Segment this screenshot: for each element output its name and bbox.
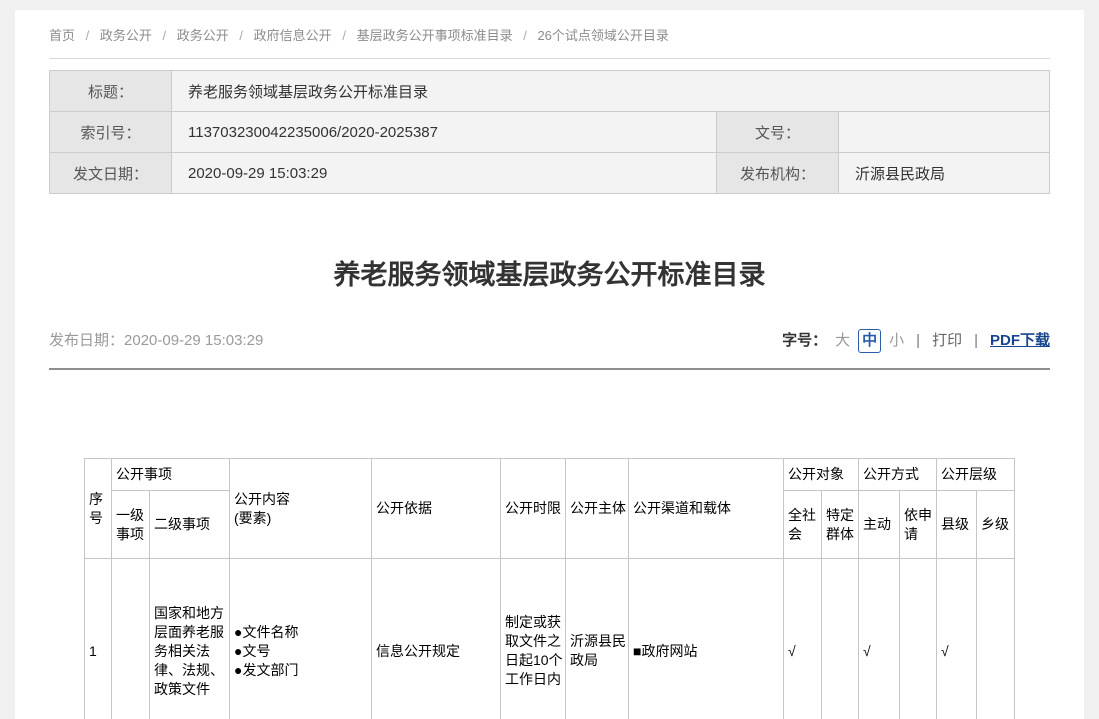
breadcrumb: 首页 / 政务公开 / 政务公开 / 政府信息公开 / 基层政务公开事项标准目录… — [49, 10, 1050, 59]
col-header-level: 公开层级 — [937, 459, 1015, 491]
content-bullet-item: ●发文部门 — [234, 661, 369, 680]
col-header-matters: 公开事项 — [112, 459, 230, 491]
meta-agency-label: 发布机构： — [717, 153, 839, 194]
breadcrumb-separator: / — [523, 28, 527, 43]
print-button[interactable]: 打印 — [932, 330, 962, 352]
col-header-level2: 二级事项 — [150, 491, 230, 559]
section-divider — [49, 368, 1050, 370]
meta-agency-value: 沂源县民政局 — [839, 153, 1050, 194]
separator-pipe: | — [916, 330, 920, 352]
publish-date-label: 发布日期： — [49, 332, 124, 349]
col-header-seq: 序号 — [85, 459, 112, 559]
cell-seq: 1 — [85, 559, 112, 719]
cell-county-check: √ — [937, 559, 977, 719]
cell-level2: 国家和地方层面养老服务相关法律、法规、政策文件 — [150, 559, 230, 719]
col-header-method: 公开方式 — [859, 459, 937, 491]
col-header-content-line1: 公开内容 — [234, 490, 369, 509]
meta-row-index: 索引号： 113703230042235006/2020-2025387 文号： — [50, 112, 1050, 153]
cell-proactive-check: √ — [859, 559, 900, 719]
col-header-township: 乡级 — [977, 491, 1015, 559]
col-header-content: 公开内容 (要素) — [230, 459, 372, 559]
meta-docnum-label: 文号： — [717, 112, 839, 153]
cell-township-check — [977, 559, 1015, 719]
catalog-header-row-1: 序号 公开事项 公开内容 (要素) 公开依据 公开时限 公开主体 公开渠道和载体… — [85, 459, 1015, 491]
meta-title-value: 养老服务领域基层政务公开标准目录 — [172, 71, 1050, 112]
article-meta-bar: 发布日期：2020-09-29 15:03:29 字号： 大 中 小 | 打印 … — [49, 329, 1050, 353]
font-size-label: 字号： — [782, 330, 827, 352]
meta-index-label: 索引号： — [50, 112, 172, 153]
col-header-specific-group: 特定群体 — [822, 491, 859, 559]
font-size-large-button[interactable]: 大 — [835, 330, 850, 352]
col-header-time-limit: 公开时限 — [501, 459, 566, 559]
meta-row-date: 发文日期： 2020-09-29 15:03:29 发布机构： 沂源县民政局 — [50, 153, 1050, 194]
content-bullet-item: ●文件名称 — [234, 623, 369, 642]
col-header-county: 县级 — [937, 491, 977, 559]
breadcrumb-item-home[interactable]: 首页 — [49, 28, 75, 43]
table-row: 1 国家和地方层面养老服务相关法律、法规、政策文件 ●文件名称 ●文号 ●发文部… — [85, 559, 1015, 719]
article-controls: 字号： 大 中 小 | 打印 | PDF下载 — [782, 329, 1050, 353]
col-header-level1: 一级事项 — [112, 491, 150, 559]
content-panel: 首页 / 政务公开 / 政务公开 / 政府信息公开 / 基层政务公开事项标准目录… — [15, 10, 1084, 719]
col-header-all-society: 全社会 — [784, 491, 822, 559]
cell-on-request-check — [900, 559, 937, 719]
col-header-on-request: 依申请 — [900, 491, 937, 559]
separator-pipe: | — [974, 330, 978, 352]
cell-basis: 信息公开规定 — [372, 559, 501, 719]
meta-title-label: 标题： — [50, 71, 172, 112]
breadcrumb-separator: / — [163, 28, 167, 43]
col-header-content-line2: (要素) — [234, 509, 369, 528]
cell-content: ●文件名称 ●文号 ●发文部门 — [230, 559, 372, 719]
pdf-download-link[interactable]: PDF下载 — [990, 330, 1050, 352]
meta-index-value: 113703230042235006/2020-2025387 — [172, 112, 717, 153]
cell-level1 — [112, 559, 150, 719]
breadcrumb-separator: / — [342, 28, 346, 43]
col-header-audience: 公开对象 — [784, 459, 859, 491]
font-size-medium-button[interactable]: 中 — [858, 329, 881, 353]
cell-time-limit: 制定或获取文件之日起10个工作日内 — [501, 559, 566, 719]
cell-channel: ■政府网站 — [629, 559, 784, 719]
breadcrumb-item-zhengwu-2[interactable]: 政务公开 — [177, 28, 229, 43]
document-meta-table: 标题： 养老服务领域基层政务公开标准目录 索引号： 11370323004223… — [49, 70, 1050, 194]
breadcrumb-item-pilot-catalog[interactable]: 26个试点领域公开目录 — [537, 28, 668, 43]
disclosure-catalog-table: 序号 公开事项 公开内容 (要素) 公开依据 公开时限 公开主体 公开渠道和载体… — [84, 458, 1015, 719]
meta-issue-date-label: 发文日期： — [50, 153, 172, 194]
breadcrumb-separator: / — [239, 28, 243, 43]
breadcrumb-item-standard-catalog[interactable]: 基层政务公开事项标准目录 — [357, 28, 513, 43]
font-size-small-button[interactable]: 小 — [889, 330, 904, 352]
meta-row-title: 标题： 养老服务领域基层政务公开标准目录 — [50, 71, 1050, 112]
content-bullet-item: ●文号 — [234, 642, 369, 661]
cell-subject: 沂源县民政局 — [566, 559, 629, 719]
meta-docnum-value — [839, 112, 1050, 153]
cell-specific-group-check — [822, 559, 859, 719]
breadcrumb-item-gov-info[interactable]: 政府信息公开 — [254, 28, 332, 43]
col-header-proactive: 主动 — [859, 491, 900, 559]
page-title: 养老服务领域基层政务公开标准目录 — [49, 257, 1050, 293]
breadcrumb-item-zhengwu-1[interactable]: 政务公开 — [100, 28, 152, 43]
breadcrumb-separator: / — [86, 28, 90, 43]
cell-all-society-check: √ — [784, 559, 822, 719]
meta-issue-date-value: 2020-09-29 15:03:29 — [172, 153, 717, 194]
publish-date-value: 2020-09-29 15:03:29 — [124, 332, 263, 349]
col-header-subject: 公开主体 — [566, 459, 629, 559]
col-header-basis: 公开依据 — [372, 459, 501, 559]
publish-date: 发布日期：2020-09-29 15:03:29 — [49, 330, 263, 352]
col-header-channel: 公开渠道和载体 — [629, 459, 784, 559]
